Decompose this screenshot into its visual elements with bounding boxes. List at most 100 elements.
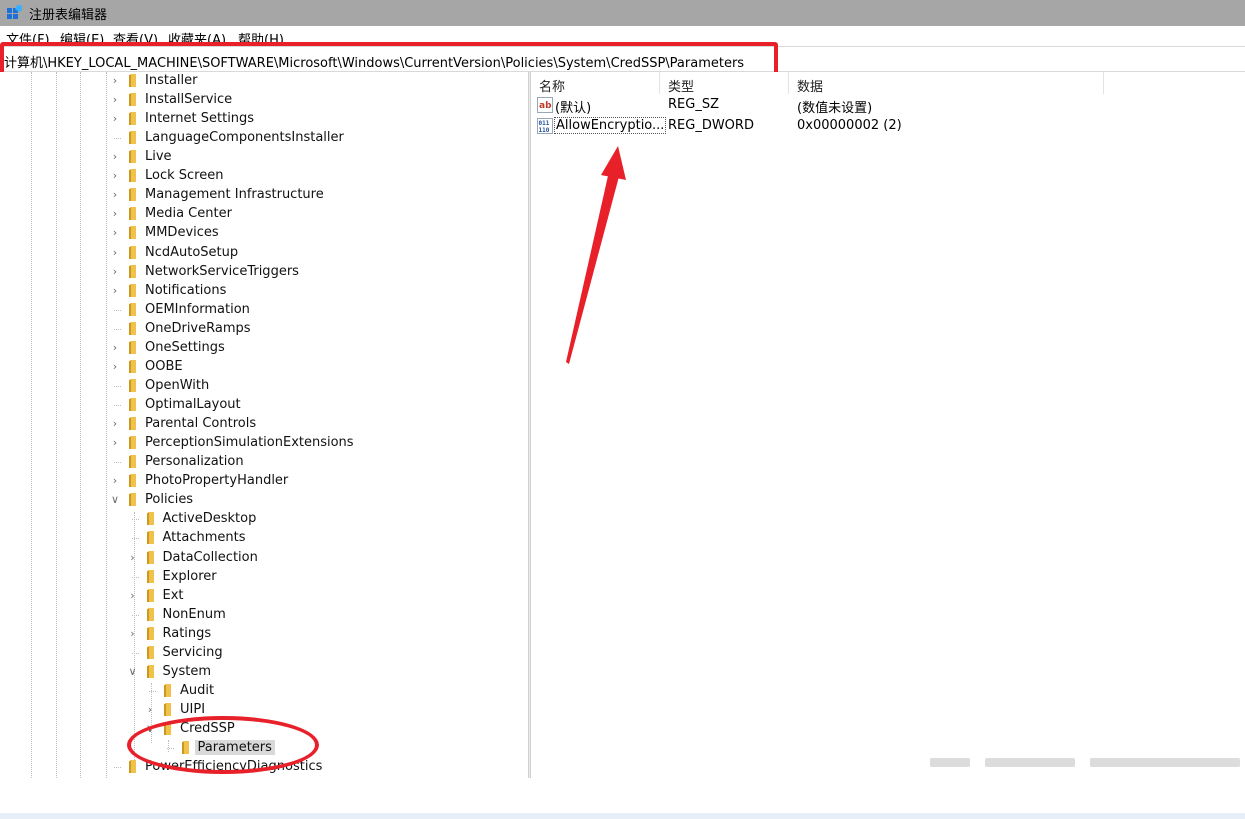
value-type: REG_SZ: [668, 97, 719, 112]
folder-icon: [146, 645, 154, 659]
folder-icon: [129, 474, 136, 488]
registry-key-tree[interactable]: › Installer › InstallService › Internet Setti…: [0, 72, 528, 778]
tree-node[interactable]: › Ext: [0, 587, 528, 606]
tree-connector: [114, 462, 121, 464]
tree-node[interactable]: › Management Infrastructure: [0, 186, 528, 205]
tree-node[interactable]: › Internet Settings: [0, 110, 528, 129]
column-header-type[interactable]: 类型: [668, 76, 694, 95]
value-name[interactable]: (默认): [555, 97, 591, 116]
tree-node[interactable]: OpenWith: [0, 377, 528, 396]
folder-icon: [129, 283, 136, 297]
tree-node[interactable]: Servicing: [0, 644, 528, 663]
tree-connector: [114, 309, 121, 311]
tree-node-label: PerceptionSimulationExtensions: [145, 435, 354, 451]
chevron-right-icon[interactable]: ›: [110, 226, 120, 239]
chevron-right-icon[interactable]: ›: [110, 436, 120, 449]
folder-icon: [146, 512, 154, 526]
tree-node[interactable]: › PhotoPropertyHandler: [0, 472, 528, 491]
chevron-right-icon[interactable]: ›: [128, 551, 138, 564]
string-value-icon: ab: [537, 97, 553, 113]
value-row[interactable]: 011 110 AllowEncryptio... REG_DWORD 0x00…: [535, 116, 1235, 136]
chevron-right-icon[interactable]: ›: [128, 589, 138, 602]
registry-values-list[interactable]: 名称 类型 数据 ab (默认) REG_SZ (数值未设置) 011 110 …: [531, 72, 1245, 778]
chevron-right-icon[interactable]: ›: [110, 207, 120, 220]
chevron-right-icon[interactable]: ›: [110, 169, 120, 182]
tree-node[interactable]: › UIPI: [0, 701, 528, 720]
chevron-right-icon[interactable]: ›: [110, 150, 120, 163]
dword-value-icon: 011 110: [537, 118, 553, 134]
tree-node[interactable]: Audit: [0, 682, 528, 701]
column-header-name[interactable]: 名称: [539, 76, 565, 95]
column-header-data[interactable]: 数据: [797, 76, 823, 95]
tree-node[interactable]: › Notifications: [0, 282, 528, 301]
tree-node[interactable]: › InstallService: [0, 91, 528, 110]
tree-node[interactable]: › OOBE: [0, 358, 528, 377]
chevron-right-icon[interactable]: ›: [110, 74, 120, 87]
blurred-watermark: [930, 758, 970, 767]
tree-node[interactable]: › MMDevices: [0, 224, 528, 243]
tree-node[interactable]: › NetworkServiceTriggers: [0, 263, 528, 282]
chevron-right-icon[interactable]: ›: [110, 93, 120, 106]
tree-connector: [131, 538, 139, 540]
tree-node[interactable]: Personalization: [0, 453, 528, 472]
chevron-down-icon[interactable]: ∨: [128, 665, 138, 678]
column-separator[interactable]: [788, 72, 789, 94]
chevron-right-icon[interactable]: ›: [110, 341, 120, 354]
value-name[interactable]: AllowEncryptio...: [553, 117, 667, 134]
tree-node[interactable]: ∨ System: [0, 663, 528, 682]
chevron-right-icon[interactable]: ›: [128, 627, 138, 640]
chevron-right-icon[interactable]: ›: [145, 703, 155, 716]
tree-node[interactable]: › Media Center: [0, 205, 528, 224]
chevron-right-icon[interactable]: ›: [110, 246, 120, 259]
folder-icon: [146, 588, 154, 602]
tree-node[interactable]: OptimalLayout: [0, 396, 528, 415]
chevron-right-icon[interactable]: ›: [110, 265, 120, 278]
tree-node-label: LanguageComponentsInstaller: [145, 130, 344, 146]
value-row[interactable]: ab (默认) REG_SZ (数值未设置): [535, 95, 1235, 116]
chevron-right-icon[interactable]: ›: [110, 188, 120, 201]
tree-node[interactable]: › OneSettings: [0, 339, 528, 358]
tree-node[interactable]: ∨ Policies: [0, 491, 528, 510]
regedit-app-icon: [7, 5, 22, 19]
tree-node[interactable]: › Lock Screen: [0, 167, 528, 186]
tree-node[interactable]: › NcdAutoSetup: [0, 244, 528, 263]
tree-node[interactable]: › Installer: [0, 72, 528, 91]
tree-node-label: Audit: [180, 682, 215, 698]
tree-node-label: UIPI: [180, 701, 206, 717]
folder-icon: [146, 626, 154, 640]
tree-node[interactable]: NonEnum: [0, 606, 528, 625]
tree-node[interactable]: › DataCollection: [0, 549, 528, 568]
folder-icon: [129, 245, 136, 259]
chevron-right-icon[interactable]: ›: [110, 360, 120, 373]
chevron-right-icon[interactable]: ›: [110, 474, 120, 487]
tree-node[interactable]: Attachments: [0, 529, 528, 548]
tree-node[interactable]: › Parental Controls: [0, 415, 528, 434]
tree-node-label: Installer: [145, 73, 198, 88]
folder-icon: [164, 683, 171, 697]
tree-node[interactable]: › PerceptionSimulationExtensions: [0, 434, 528, 453]
folder-icon: [129, 455, 136, 469]
folder-icon: [129, 207, 136, 221]
tree-node[interactable]: ActiveDesktop: [0, 510, 528, 529]
tree-node[interactable]: OneDriveRamps: [0, 320, 528, 339]
chevron-down-icon[interactable]: ∨: [110, 493, 120, 506]
tree-node[interactable]: › Ratings: [0, 625, 528, 644]
tree-node-label: OEMInformation: [145, 301, 250, 317]
tree-node[interactable]: Explorer: [0, 568, 528, 587]
chevron-right-icon[interactable]: ›: [110, 284, 120, 297]
chevron-right-icon[interactable]: ›: [110, 112, 120, 125]
column-separator[interactable]: [1103, 72, 1104, 94]
tree-node[interactable]: OEMInformation: [0, 301, 528, 320]
tree-node-label: Policies: [145, 492, 194, 508]
folder-icon: [129, 436, 136, 450]
tree-node[interactable]: LanguageComponentsInstaller: [0, 129, 528, 148]
folder-icon: [129, 417, 136, 431]
tree-node[interactable]: › Live: [0, 148, 528, 167]
column-separator[interactable]: [659, 72, 660, 94]
tree-connector: [131, 614, 139, 616]
tree-node-label: PhotoPropertyHandler: [145, 473, 289, 489]
tree-node-label: OpenWith: [145, 377, 210, 393]
svg-text:110: 110: [539, 127, 550, 134]
folder-icon: [129, 378, 136, 392]
chevron-right-icon[interactable]: ›: [110, 417, 120, 430]
